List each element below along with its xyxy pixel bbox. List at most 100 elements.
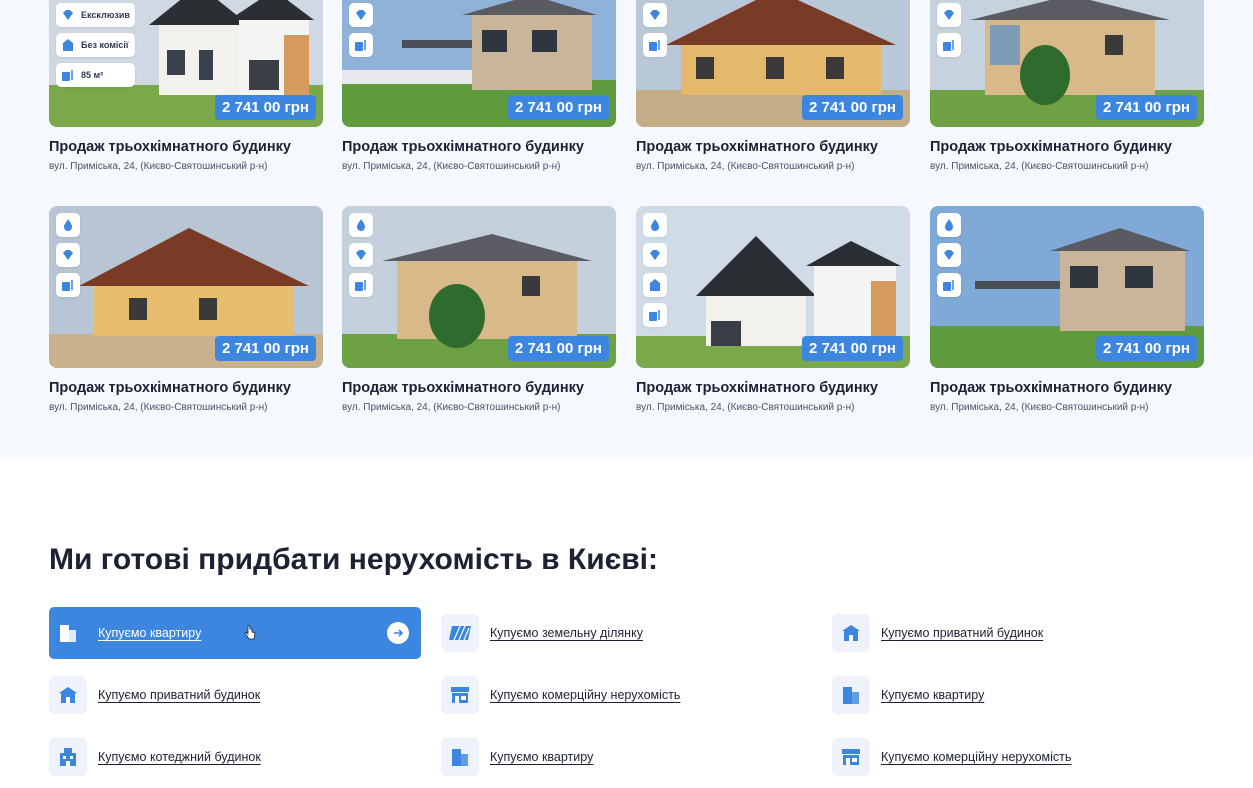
price-tag: 2 741 00 грн (801, 336, 903, 361)
heating-badge (56, 213, 80, 237)
flame-icon (945, 219, 953, 231)
listing-photo[interactable]: 2 741 00 грн (930, 206, 1204, 368)
area-icon (649, 310, 660, 321)
listing-address: вул. Приміська, 24, (Києво-Святошинський… (49, 161, 268, 172)
listing-title[interactable]: Продаж трьохкімнатного будинку (636, 380, 910, 396)
buy-commercial-link[interactable]: Купуємо комерційну нерухомість (441, 669, 680, 721)
diamond-badge (643, 243, 667, 267)
link-label: Купуємо квартиру (881, 688, 985, 702)
buy-apartment-link[interactable]: Купуємо квартиру (441, 731, 593, 783)
area-badge (349, 33, 373, 57)
area-badge: 85 м² (56, 63, 135, 87)
store-icon (832, 738, 870, 776)
diamond-icon (356, 10, 366, 20)
listing-title[interactable]: Продаж трьохкімнатного будинку (342, 380, 616, 396)
listing-photo[interactable]: 2 741 00 грн (342, 206, 616, 368)
listing-card[interactable]: Ексклюзив Без комісії 85 м² 2 741 00 грн… (49, 0, 323, 172)
price-tag: 2 741 00 грн (507, 336, 609, 361)
diamond-icon (944, 10, 954, 20)
link-label: Купуємо квартиру (490, 750, 594, 764)
buy-land-link[interactable]: Купуємо земельну ділянку (441, 607, 643, 659)
diamond-icon (944, 250, 954, 260)
listing-title[interactable]: Продаж трьохкімнатного будинку (49, 380, 323, 396)
link-label: Купуємо комерційну нерухомість (490, 688, 681, 702)
badge-label: Без комісії (81, 40, 129, 50)
area-icon (649, 40, 660, 51)
area-badge (937, 273, 961, 297)
listing-photo[interactable]: 2 741 00 грн (342, 0, 616, 127)
area-badge (937, 33, 961, 57)
diamond-badge (349, 3, 373, 27)
heating-badge (349, 213, 373, 237)
apartment-icon (49, 614, 87, 652)
area-badge (56, 273, 80, 297)
listing-address: вул. Приміська, 24, (Києво-Святошинський… (342, 402, 561, 413)
listing-title[interactable]: Продаж трьохкімнатного будинку (342, 139, 616, 155)
house-percent-icon (649, 279, 661, 291)
price-tag: 2 741 00 грн (214, 95, 316, 120)
arrow-right-icon[interactable] (387, 622, 409, 644)
listing-title[interactable]: Продаж трьохкімнатного будинку (636, 139, 910, 155)
listing-photo[interactable]: 2 741 00 грн (930, 0, 1204, 127)
diamond-icon (650, 250, 660, 260)
listing-card[interactable]: 2 741 00 грн Продаж трьохкімнатного буди… (342, 206, 616, 413)
listing-address: вул. Приміська, 24, (Києво-Святошинський… (636, 161, 855, 172)
area-icon (62, 70, 73, 81)
badge-list (937, 213, 961, 297)
listing-address: вул. Приміська, 24, (Києво-Святошинський… (636, 402, 855, 413)
listing-card[interactable]: 2 741 00 грн Продаж трьохкімнатного буди… (636, 0, 910, 172)
buy-house-link[interactable]: Купуємо приватний будинок (49, 669, 260, 721)
heating-badge (937, 213, 961, 237)
diamond-icon (650, 10, 660, 20)
listing-card[interactable]: 2 741 00 грн Продаж трьохкімнатного буди… (930, 206, 1204, 413)
badge-label: Ексклюзив (81, 10, 130, 20)
listing-photo[interactable]: 2 741 00 грн (636, 206, 910, 368)
buy-commercial-link[interactable]: Купуємо комерційну нерухомість (832, 731, 1071, 783)
listing-photo[interactable]: 2 741 00 грн (636, 0, 910, 127)
badge-list (349, 213, 373, 297)
listing-photo[interactable]: 2 741 00 грн (49, 206, 323, 368)
buy-cottage-link[interactable]: Купуємо котеджний будинок (49, 731, 261, 783)
apartment-icon (441, 738, 479, 776)
hand-cursor-icon (244, 625, 256, 640)
flame-icon (64, 219, 72, 231)
price-tag: 2 741 00 грн (507, 95, 609, 120)
diamond-badge (349, 243, 373, 267)
house-icon (832, 614, 870, 652)
buy-house-link[interactable]: Купуємо приватний будинок (832, 607, 1043, 659)
badge-list: Ексклюзив Без комісії 85 м² (56, 0, 135, 87)
buy-apartment-link[interactable]: Купуємо квартиру (832, 669, 984, 721)
listing-title[interactable]: Продаж трьохкімнатного будинку (49, 139, 323, 155)
apartment-icon (832, 676, 870, 714)
store-icon (441, 676, 479, 714)
diamond-badge (937, 3, 961, 27)
price-tag: 2 741 00 грн (801, 95, 903, 120)
diamond-icon (356, 250, 366, 260)
listing-address: вул. Приміська, 24, (Києво-Святошинський… (930, 402, 1149, 413)
flame-icon (651, 219, 659, 231)
listing-card[interactable]: 2 741 00 грн Продаж трьохкімнатного буди… (930, 0, 1204, 172)
diamond-badge (56, 243, 80, 267)
listing-card[interactable]: 2 741 00 грн Продаж трьохкімнатного буди… (49, 206, 323, 413)
listing-card[interactable]: 2 741 00 грн Продаж трьохкімнатного буди… (342, 0, 616, 172)
flame-icon (357, 219, 365, 231)
section-title: Ми готові придбати нерухомість в Києві: (49, 543, 658, 576)
listing-card[interactable]: 2 741 00 грн Продаж трьохкімнатного буди… (636, 206, 910, 413)
link-label: Купуємо котеджний будинок (98, 750, 261, 764)
exclusive-badge: Ексклюзив (56, 3, 135, 27)
listing-address: вул. Приміська, 24, (Києво-Святошинський… (342, 161, 561, 172)
listing-title[interactable]: Продаж трьохкімнатного будинку (930, 139, 1204, 155)
area-badge (349, 273, 373, 297)
listing-address: вул. Приміська, 24, (Києво-Святошинський… (930, 161, 1149, 172)
link-label: Купуємо приватний будинок (881, 626, 1044, 640)
area-badge (643, 303, 667, 327)
price-tag: 2 741 00 грн (1095, 95, 1197, 120)
buy-apartment-link[interactable]: Купуємо квартиру (49, 607, 421, 659)
listing-photo[interactable]: Ексклюзив Без комісії 85 м² 2 741 00 грн (49, 0, 323, 127)
link-label: Купуємо земельну ділянку (490, 626, 643, 640)
area-icon (943, 40, 954, 51)
badge-list (56, 213, 80, 297)
badge-list (937, 0, 961, 57)
no-commission-badge (643, 273, 667, 297)
listing-title[interactable]: Продаж трьохкімнатного будинку (930, 380, 1204, 396)
